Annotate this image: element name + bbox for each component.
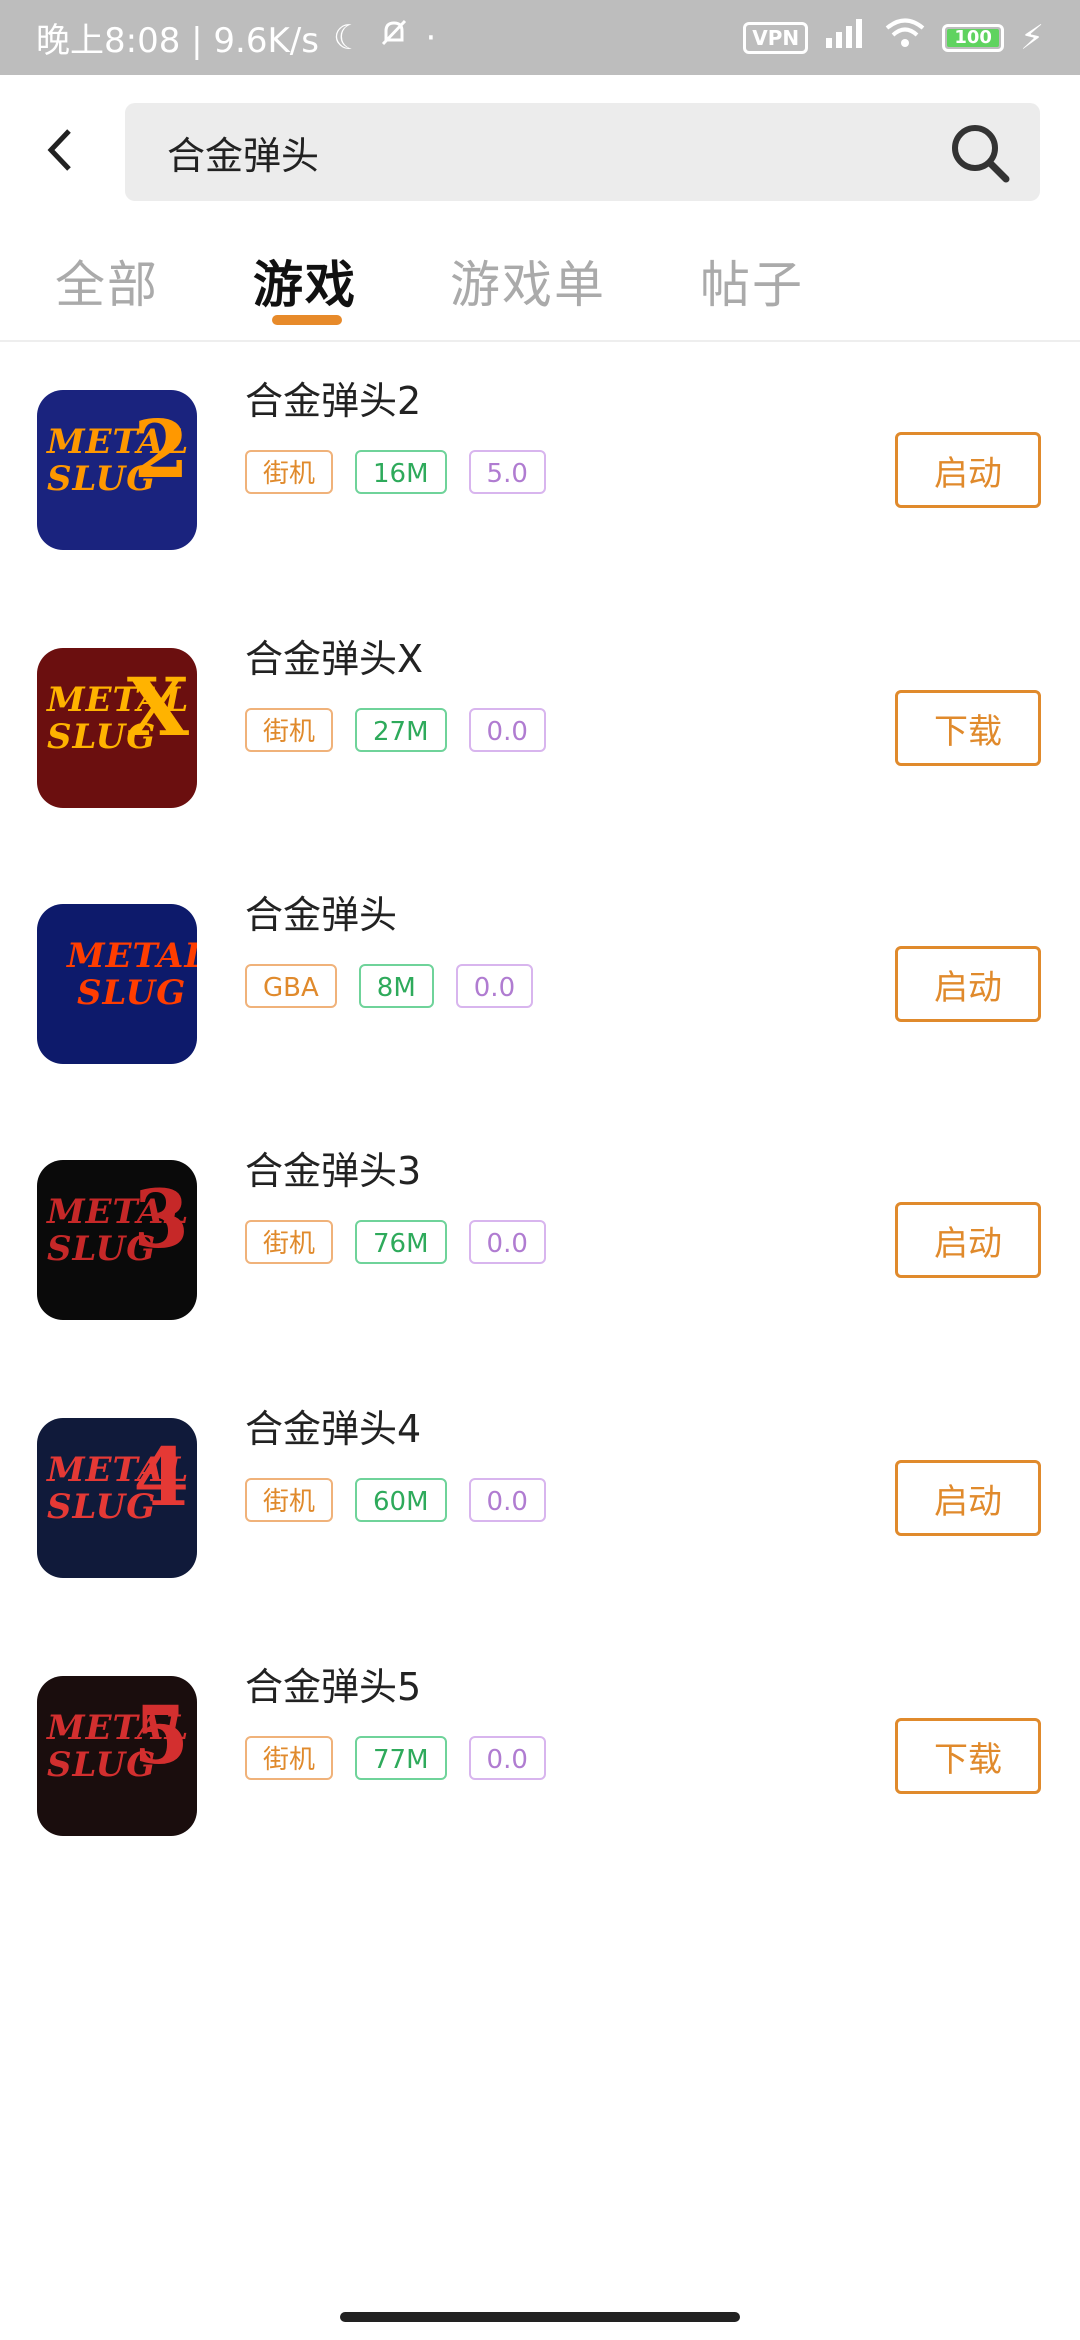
- tag-row: 街机 60M 0.0: [245, 1478, 546, 1522]
- list-item[interactable]: METAL SLUG 3 合金弹头3 街机 76M 0.0 启动: [0, 1110, 1080, 1368]
- category-tag: 街机: [245, 1478, 334, 1522]
- thumbnail-logo-number: X: [126, 660, 189, 754]
- size-tag: 77M: [355, 1736, 447, 1780]
- score-tag: 0.0: [468, 1736, 546, 1780]
- tab-game-lists[interactable]: 游戏单: [450, 245, 606, 317]
- back-button[interactable]: [30, 115, 90, 185]
- launch-button[interactable]: 启动: [895, 432, 1041, 508]
- search-input-value: 合金弹头: [167, 133, 320, 178]
- status-right: VPN 100 ⚡: [743, 16, 1044, 59]
- game-title[interactable]: 合金弹头4: [245, 1398, 421, 1453]
- thumbnail-logo-number: 5: [133, 1688, 189, 1782]
- thumbnail-logo-number: 3: [133, 1172, 189, 1266]
- score-tag: 0.0: [455, 964, 534, 1008]
- thumbnail-logo-number: 4: [133, 1430, 189, 1524]
- tab-all[interactable]: 全部: [55, 245, 159, 317]
- list-item[interactable]: METAL SLUG 2 合金弹头2 街机 16M 5.0 启动: [0, 340, 1080, 598]
- game-thumbnail[interactable]: METAL SLUG 4: [37, 1418, 197, 1578]
- tag-row: 街机 16M 5.0: [245, 450, 546, 494]
- score-tag: 0.0: [468, 708, 546, 752]
- game-thumbnail[interactable]: METAL SLUG 3: [37, 1160, 197, 1320]
- tab-bar: 全部 游戏 游戏单 帖子: [0, 225, 1080, 342]
- game-thumbnail[interactable]: METAL SLUG 2: [37, 390, 197, 550]
- tab-posts[interactable]: 帖子: [700, 245, 804, 317]
- search-input[interactable]: 合金弹头: [125, 103, 1040, 201]
- category-tag: 街机: [245, 708, 334, 752]
- chevron-left-icon: [47, 129, 71, 171]
- list-item[interactable]: METAL SLUG 合金弹头 GBA 8M 0.0 启动: [0, 854, 1080, 1112]
- status-left: 晚上8:08 | 9.6K/s ☾ ·: [36, 13, 436, 62]
- game-thumbnail[interactable]: METAL SLUG: [37, 904, 197, 1064]
- search-icon[interactable]: [948, 121, 1012, 185]
- dot-icon: ·: [425, 17, 437, 58]
- tab-games[interactable]: 游戏: [253, 245, 357, 317]
- charging-icon: ⚡: [1020, 17, 1044, 58]
- size-tag: 27M: [355, 708, 447, 752]
- category-tag: 街机: [245, 1736, 334, 1780]
- game-title[interactable]: 合金弹头5: [245, 1656, 421, 1711]
- battery-icon: 100: [942, 23, 1005, 52]
- active-tab-indicator: [272, 315, 342, 325]
- home-indicator[interactable]: [340, 2312, 740, 2322]
- status-bar: 晚上8:08 | 9.6K/s ☾ · VPN 100 ⚡: [0, 0, 1080, 75]
- bell-muted-icon: [377, 16, 411, 59]
- game-title[interactable]: 合金弹头3: [245, 1140, 421, 1195]
- wifi-icon: [884, 16, 926, 59]
- thumbnail-logo-number: 2: [133, 402, 189, 496]
- game-title[interactable]: 合金弹头X: [245, 628, 423, 683]
- score-tag: 0.0: [468, 1478, 546, 1522]
- tag-row: 街机 77M 0.0: [245, 1736, 546, 1780]
- tag-row: GBA 8M 0.0: [245, 964, 534, 1008]
- game-title[interactable]: 合金弹头2: [245, 370, 421, 425]
- launch-button[interactable]: 启动: [895, 1202, 1041, 1278]
- category-tag: 街机: [245, 1220, 334, 1264]
- tag-row: 街机 27M 0.0: [245, 708, 546, 752]
- thumbnail-logo-line2: SLUG: [77, 973, 187, 1013]
- size-tag: 8M: [358, 964, 434, 1008]
- game-thumbnail[interactable]: METAL SLUG X: [37, 648, 197, 808]
- launch-button[interactable]: 启动: [895, 946, 1041, 1022]
- game-title[interactable]: 合金弹头: [245, 884, 397, 939]
- category-tag: 街机: [245, 450, 334, 494]
- signal-icon: [824, 16, 868, 59]
- size-tag: 76M: [355, 1220, 447, 1264]
- game-thumbnail[interactable]: METAL SLUG 5: [37, 1676, 197, 1836]
- score-tag: 5.0: [468, 450, 546, 494]
- size-tag: 60M: [355, 1478, 447, 1522]
- download-button[interactable]: 下载: [895, 1718, 1041, 1794]
- launch-button[interactable]: 启动: [895, 1460, 1041, 1536]
- size-tag: 16M: [355, 450, 447, 494]
- list-item[interactable]: METAL SLUG 5 合金弹头5 街机 77M 0.0 下载: [0, 1626, 1080, 1884]
- thumbnail-logo-line1: METAL: [67, 936, 197, 976]
- list-item[interactable]: METAL SLUG 4 合金弹头4 街机 60M 0.0 启动: [0, 1368, 1080, 1626]
- search-header: 合金弹头: [0, 75, 1080, 225]
- download-button[interactable]: 下载: [895, 690, 1041, 766]
- moon-icon: ☾: [332, 17, 364, 58]
- tag-row: 街机 76M 0.0: [245, 1220, 546, 1264]
- category-tag: GBA: [245, 964, 337, 1008]
- list-item[interactable]: METAL SLUG X 合金弹头X 街机 27M 0.0 下载: [0, 598, 1080, 856]
- vpn-badge: VPN: [743, 21, 809, 54]
- score-tag: 0.0: [468, 1220, 546, 1264]
- battery-level: 100: [954, 27, 992, 48]
- status-time-speed: 晚上8:08 | 9.6K/s: [36, 21, 319, 61]
